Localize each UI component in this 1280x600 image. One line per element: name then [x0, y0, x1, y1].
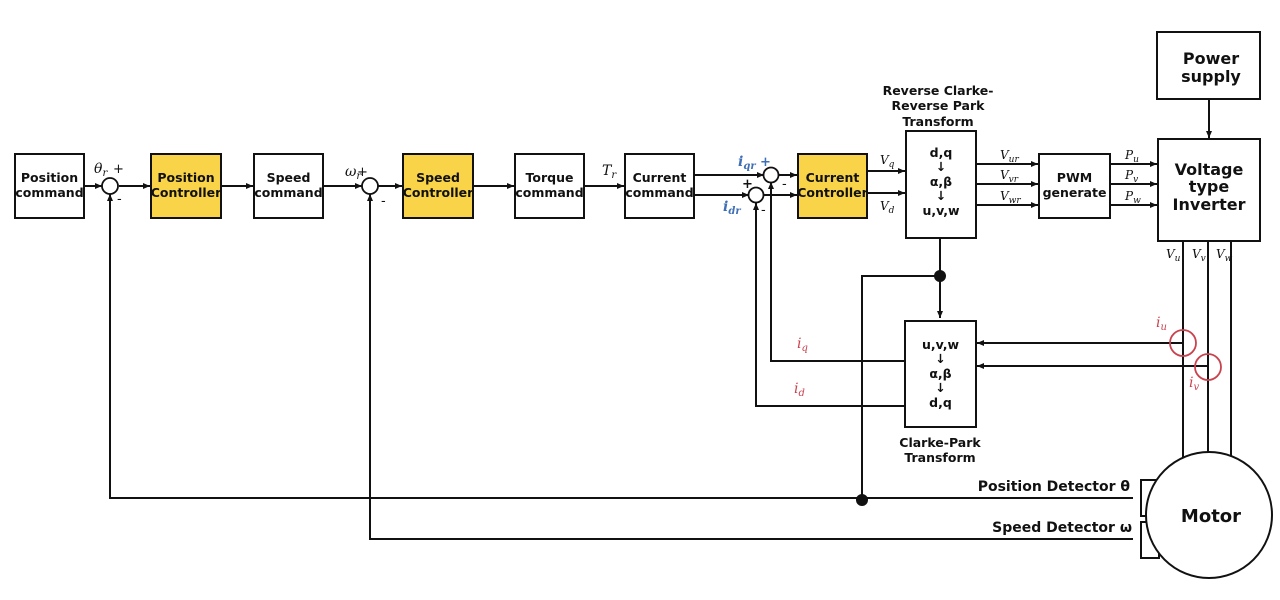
block-label: command [625, 185, 693, 200]
signal-V-q: Vq [880, 153, 895, 170]
block-title: Reverse Park [892, 98, 986, 113]
motor-label: Motor [1181, 506, 1241, 527]
sign-minus: - [381, 194, 386, 209]
block-reverse-clarke-park: Reverse Clarke- Reverse Park Transform d… [883, 83, 994, 239]
wire-position-feedback [107, 194, 1133, 499]
block-label: u,v,w [922, 337, 960, 352]
sign-plus: + [760, 155, 771, 170]
block-label: Speed [416, 170, 460, 185]
block-label: type [1189, 177, 1230, 196]
sign-plus: + [357, 165, 368, 180]
wire-id-feedback [753, 203, 904, 407]
block-current-command: Current command [624, 153, 695, 219]
block-label: ↓ [935, 351, 945, 366]
block-label: Controller [797, 185, 868, 200]
position-detector-label: Position Detector θ [978, 479, 1131, 495]
sign-minus: - [782, 177, 787, 192]
signal-P-v: Pv [1124, 168, 1138, 185]
block-label: Current [806, 170, 860, 185]
sign-minus: - [761, 203, 766, 218]
block-label: generate [1043, 185, 1107, 200]
block-label: α,β [929, 366, 951, 381]
sign-plus: + [742, 177, 753, 192]
block-label: supply [1181, 67, 1241, 86]
signal-V-ur: Vur [1000, 148, 1019, 165]
block-speed-command: Speed command [253, 153, 324, 219]
block-title: Transform [902, 114, 973, 129]
summing-junction-position [101, 177, 119, 195]
block-torque-command: Torque command [514, 153, 585, 219]
control-diagram: Position command Position Controller Spe… [14, 31, 1273, 579]
block-label: PWM [1057, 170, 1092, 185]
block-label: Controller [403, 185, 474, 200]
junction-dot-theta-bottom [856, 494, 868, 506]
signal-i-u: iu [1156, 315, 1167, 333]
block-label: d,q [929, 395, 952, 410]
sign-minus: - [117, 192, 122, 207]
block-label: command [254, 185, 322, 200]
block-label: u,v,w [922, 203, 960, 218]
block-speed-controller: Speed Controller [402, 153, 474, 219]
signal-i-dr: idr [723, 199, 741, 217]
block-label: Inverter [1173, 195, 1246, 214]
signal-V-vr: Vvr [1000, 168, 1019, 185]
block-label: Controller [151, 185, 222, 200]
signal-theta-r: θr [94, 161, 108, 179]
block-title: Transform [904, 450, 975, 465]
block-label: Speed [267, 170, 311, 185]
signal-V-wr: Vwr [1000, 189, 1021, 206]
block-current-controller: Current Controller [797, 153, 869, 219]
signal-i-qr: iqr [738, 154, 756, 172]
block-label: Position [157, 170, 214, 185]
signal-V-v: Vv [1192, 247, 1206, 264]
signal-T-r: Tr [602, 163, 617, 181]
block-pwm-generate: PWM generate [1038, 153, 1111, 219]
signal-P-w: Pw [1124, 189, 1141, 206]
block-title: Clarke-Park [899, 435, 981, 450]
signal-i-q: iq [797, 336, 808, 354]
block-label: Current [633, 170, 687, 185]
block-title: Reverse Clarke- [883, 83, 994, 98]
block-position-controller: Position Controller [150, 153, 222, 219]
signal-P-u: Pu [1124, 148, 1139, 165]
signal-V-d: Vd [880, 199, 895, 216]
block-label: Power [1183, 49, 1239, 68]
block-position-command: Position command [14, 153, 85, 219]
signal-V-u: Vu [1166, 247, 1181, 264]
block-voltage-inverter: Voltage type Inverter [1157, 138, 1261, 242]
block-label: command [515, 185, 583, 200]
block-label: ↓ [936, 159, 946, 174]
block-label: command [15, 185, 83, 200]
block-clarke-park: u,v,w ↓ α,β ↓ d,q Clarke-Park Transform [899, 320, 981, 465]
block-label: d,q [930, 145, 953, 160]
block-label: ↓ [935, 380, 945, 395]
block-label: ↓ [936, 188, 946, 203]
speed-detector-label: Speed Detector ω [992, 520, 1132, 536]
block-label: Position [21, 170, 78, 185]
signal-i-v: iv [1189, 375, 1199, 393]
junction-dot-theta-top [934, 270, 946, 282]
sign-plus: + [113, 162, 124, 177]
summing-junction-speed [361, 177, 379, 195]
block-label: Torque [526, 170, 574, 185]
block-label: α,β [930, 174, 952, 189]
block-power-supply: Power supply [1156, 31, 1261, 100]
signal-i-d: id [794, 381, 805, 399]
motor: Motor [1140, 451, 1273, 579]
